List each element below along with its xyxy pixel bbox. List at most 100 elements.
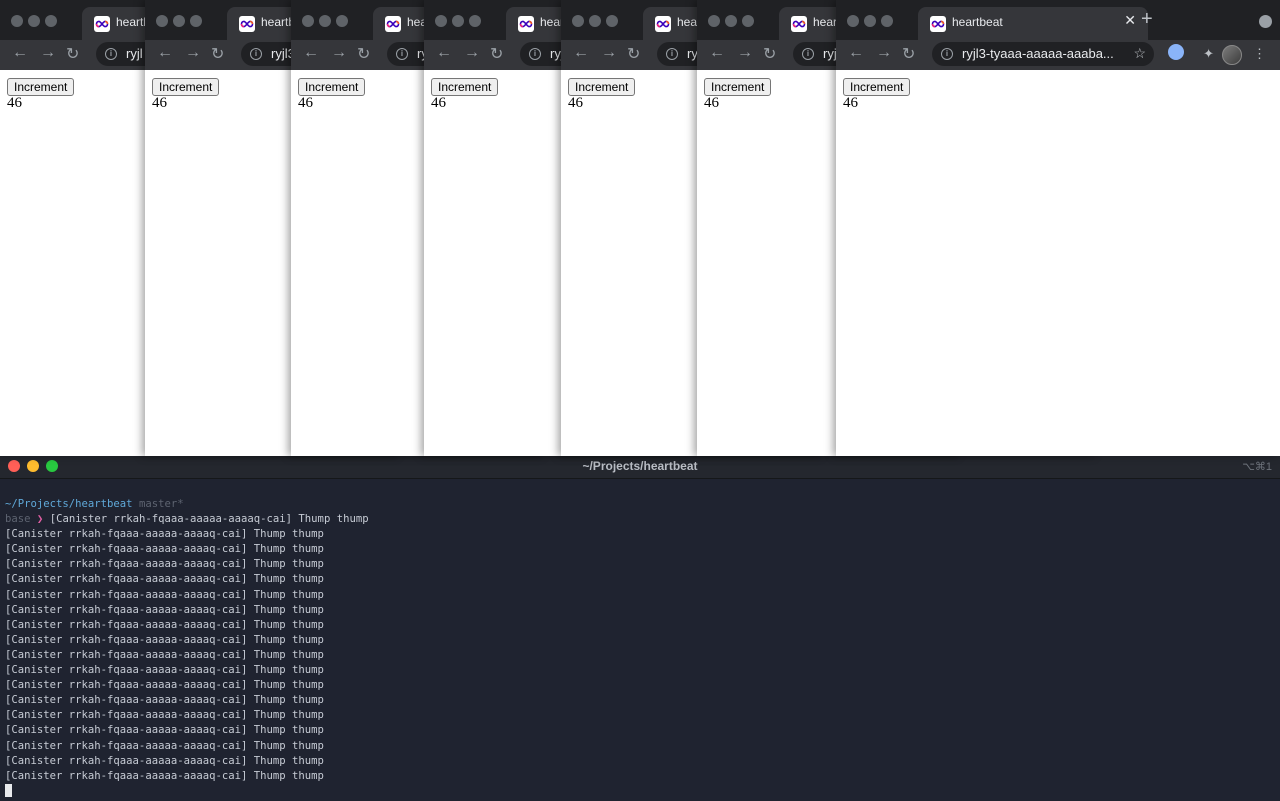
minimize-window-button[interactable]	[319, 15, 331, 27]
window-controls	[302, 14, 353, 32]
log-line: [Canister rrkah-fqaaa-aaaaa-aaaaq-cai] T…	[5, 754, 324, 767]
infinity-logo-icon	[930, 16, 946, 32]
address-bar[interactable]: i ryjl3-tyaaa-aaaaa-aaaba... ☆	[932, 42, 1154, 66]
tab-search-icon[interactable]	[1259, 15, 1272, 28]
minimize-window-button[interactable]	[28, 15, 40, 27]
avatar[interactable]	[1222, 45, 1242, 65]
infinity-logo-icon	[239, 16, 255, 32]
minimize-window-button[interactable]	[589, 15, 601, 27]
info-icon[interactable]: i	[802, 48, 814, 60]
terminal-cursor	[5, 783, 12, 797]
forward-arrow-icon[interactable]: →	[331, 44, 347, 62]
info-icon[interactable]: i	[396, 48, 408, 60]
window-controls	[847, 14, 898, 32]
zoom-window-button[interactable]	[881, 15, 893, 27]
terminal-title: ~/Projects/heartbeat	[582, 459, 698, 473]
info-icon[interactable]: i	[941, 48, 953, 60]
increment-button[interactable]: Increment	[298, 78, 366, 96]
close-window-button[interactable]	[847, 15, 859, 27]
zoom-window-button[interactable]	[606, 15, 618, 27]
back-arrow-icon[interactable]: ←	[436, 44, 452, 62]
info-icon[interactable]: i	[666, 48, 678, 60]
counter-value: 46	[568, 95, 583, 111]
close-window-button[interactable]	[11, 15, 23, 27]
forward-arrow-icon[interactable]: →	[601, 44, 617, 62]
zoom-window-button[interactable]	[190, 15, 202, 27]
log-line: [Canister rrkah-fqaaa-aaaaa-aaaaq-cai] T…	[5, 739, 324, 752]
terminal-titlebar[interactable]: ~/Projects/heartbeat ⌥⌘1	[0, 454, 1280, 479]
forward-arrow-icon[interactable]: →	[464, 44, 480, 62]
infinity-logo-icon	[94, 16, 110, 32]
window-controls	[708, 14, 759, 32]
zoom-window-button[interactable]	[469, 15, 481, 27]
terminal-output[interactable]: ~/Projects/heartbeat master* base ❯ [Can…	[5, 497, 369, 800]
reload-icon[interactable]: ↻	[66, 44, 79, 64]
forward-arrow-icon[interactable]: →	[737, 44, 753, 62]
counter-value: 46	[7, 95, 22, 111]
window-controls	[156, 14, 207, 32]
log-line: [Canister rrkah-fqaaa-aaaaa-aaaaq-cai] T…	[5, 543, 324, 556]
info-icon[interactable]: i	[105, 48, 117, 60]
close-window-button[interactable]	[572, 15, 584, 27]
increment-button[interactable]: Increment	[7, 78, 75, 96]
increment-button[interactable]: Increment	[568, 78, 636, 96]
back-arrow-icon[interactable]: ←	[157, 44, 173, 62]
minimize-window-button[interactable]	[173, 15, 185, 27]
log-lines: [Canister rrkah-fqaaa-aaaaa-aaaaq-cai] T…	[5, 528, 324, 782]
browser-window[interactable]: heartbeat ✕ + ← → ↻ i ryjl3-tyaaa-aaaaa-…	[836, 0, 1280, 456]
back-arrow-icon[interactable]: ←	[12, 44, 28, 62]
reload-icon[interactable]: ↻	[627, 44, 640, 64]
puzzle-icon[interactable]: ✦	[1203, 46, 1214, 62]
close-window-button[interactable]	[302, 15, 314, 27]
close-window-button[interactable]	[435, 15, 447, 27]
info-icon[interactable]: i	[529, 48, 541, 60]
bookmark-star-icon[interactable]: ☆	[1133, 45, 1146, 62]
infinity-logo-icon	[791, 16, 807, 32]
close-window-button[interactable]	[156, 15, 168, 27]
increment-button[interactable]: Increment	[152, 78, 220, 96]
close-window-button[interactable]	[708, 15, 720, 27]
reload-icon[interactable]: ↻	[490, 44, 503, 64]
zoom-window-button[interactable]	[45, 15, 57, 27]
log-line: [Canister rrkah-fqaaa-aaaaa-aaaaq-cai] T…	[5, 618, 324, 631]
zoom-window-button[interactable]	[336, 15, 348, 27]
back-arrow-icon[interactable]: ←	[709, 44, 725, 62]
log-line: [Canister rrkah-fqaaa-aaaaa-aaaaq-cai] T…	[5, 648, 324, 661]
back-arrow-icon[interactable]: ←	[573, 44, 589, 62]
new-tab-button[interactable]: +	[1141, 8, 1153, 31]
reload-icon[interactable]: ↻	[211, 44, 224, 64]
minimize-window-button[interactable]	[864, 15, 876, 27]
tab-strip: heartbeat ✕ +	[836, 0, 1280, 40]
extension-icon[interactable]	[1168, 44, 1184, 60]
log-line: [Canister rrkah-fqaaa-aaaaa-aaaaq-cai] T…	[5, 588, 324, 601]
forward-arrow-icon[interactable]: →	[185, 44, 201, 62]
log-line: [Canister rrkah-fqaaa-aaaaa-aaaaq-cai] T…	[5, 724, 324, 737]
log-line: [Canister rrkah-fqaaa-aaaaa-aaaaq-cai] T…	[5, 633, 324, 646]
increment-button[interactable]: Increment	[431, 78, 499, 96]
log-line: [Canister rrkah-fqaaa-aaaaa-aaaaq-cai] T…	[5, 573, 324, 586]
back-arrow-icon[interactable]: ←	[848, 44, 864, 62]
back-arrow-icon[interactable]: ←	[303, 44, 319, 62]
counter-value: 46	[704, 95, 719, 111]
zoom-window-button[interactable]	[742, 15, 754, 27]
url-text: ryjl3-tyaaa-aaaaa-aaaba...	[962, 46, 1114, 61]
minimize-window-button[interactable]	[452, 15, 464, 27]
infinity-logo-icon	[385, 16, 401, 32]
counter-value: 46	[843, 95, 858, 111]
info-icon[interactable]: i	[250, 48, 262, 60]
reload-icon[interactable]: ↻	[357, 44, 370, 64]
reload-icon[interactable]: ↻	[763, 44, 776, 64]
increment-button[interactable]: Increment	[843, 78, 911, 96]
more-menu-icon[interactable]: ⋮	[1253, 46, 1266, 62]
terminal-window[interactable]: ~/Projects/heartbeat ⌥⌘1 ~/Projects/hear…	[0, 453, 1280, 801]
forward-arrow-icon[interactable]: →	[876, 44, 892, 62]
tab-heartbeat[interactable]: heartbeat ✕	[918, 7, 1148, 40]
increment-button[interactable]: Increment	[704, 78, 772, 96]
minimize-window-button[interactable]	[725, 15, 737, 27]
forward-arrow-icon[interactable]: →	[40, 44, 56, 62]
browser-toolbar: ← → ↻ i ryjl3-tyaaa-aaaaa-aaaba... ☆ ✦ ⋮	[836, 40, 1280, 70]
close-icon[interactable]: ✕	[1124, 12, 1136, 29]
reload-icon[interactable]: ↻	[902, 44, 915, 64]
log-line: [Canister rrkah-fqaaa-aaaaa-aaaaq-cai] T…	[5, 709, 324, 722]
url-text: ryjl	[126, 46, 143, 61]
